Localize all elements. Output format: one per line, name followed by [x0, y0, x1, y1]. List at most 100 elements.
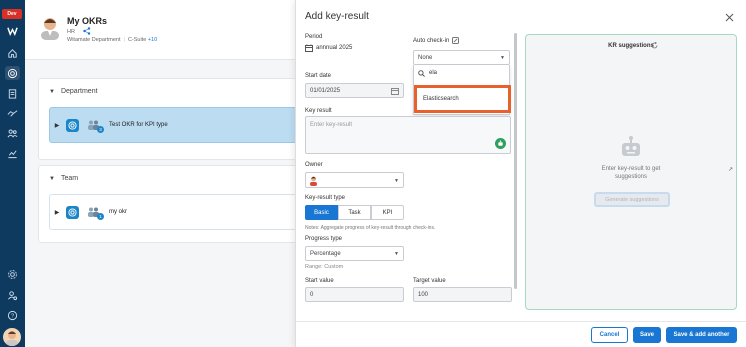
okr-count: 3 [97, 126, 104, 133]
okr-page: My OKRs HR Witamate Department | C-Suite +… [25, 0, 298, 347]
form-scrollbar[interactable] [514, 33, 517, 289]
progress-type-value: Percentage [310, 250, 341, 257]
okr-target-icon [66, 205, 79, 219]
period-label: Period [305, 34, 323, 40]
help-icon[interactable]: ? [5, 308, 20, 322]
team-icon: 1 [87, 206, 104, 220]
page-title: My OKRs [67, 16, 108, 26]
cancel-button[interactable]: Cancel [591, 327, 628, 343]
target-icon[interactable] [5, 66, 20, 80]
edit-icon[interactable] [452, 37, 460, 44]
key-result-input[interactable]: Enter key-result [305, 116, 511, 154]
handshake-icon[interactable] [5, 106, 20, 120]
start-date-label: Start date [305, 73, 332, 79]
close-icon[interactable] [725, 13, 734, 22]
ai-assist-icon[interactable] [495, 138, 506, 149]
auto-checkin-label: Auto check-in [413, 37, 460, 44]
home-icon[interactable] [5, 46, 20, 60]
caret-down-icon: ▼ [49, 175, 55, 182]
start-date-field[interactable]: 01/01/2025 [305, 83, 404, 98]
save-button[interactable]: Save [633, 327, 661, 343]
generate-suggestions-button[interactable]: Generate suggestions [594, 192, 670, 207]
start-value-input[interactable]: 0 [305, 287, 404, 302]
auto-checkin-text: Auto check-in [413, 37, 450, 44]
department-header[interactable]: ▼ Department [49, 88, 98, 95]
okr-target-icon [66, 118, 79, 132]
logo-icon[interactable] [5, 23, 20, 37]
clipboard-icon[interactable] [5, 86, 20, 100]
key-result-placeholder: Enter key-result [310, 122, 353, 128]
kr-type-kpi[interactable]: KPI [371, 205, 404, 220]
okr-name: Test OKR for KPI type [109, 122, 168, 128]
owner-label: Owner [305, 162, 323, 168]
settings-icon[interactable] [5, 267, 20, 281]
start-date-value: 01/01/2025 [310, 87, 341, 94]
okr-count: 1 [97, 213, 104, 220]
calendar-icon [305, 44, 313, 52]
auto-checkin-select[interactable]: None ▼ [413, 50, 510, 65]
dropdown-search[interactable]: ela [418, 67, 505, 79]
refresh-icon[interactable] [651, 42, 658, 49]
kr-type-segmented: Basic Task KPI [305, 205, 404, 220]
start-value: 0 [310, 291, 314, 298]
search-icon [418, 69, 425, 77]
user-avatar[interactable] [3, 328, 21, 346]
target-value-input[interactable]: 100 [413, 287, 512, 302]
owner-select[interactable]: ▼ [305, 172, 404, 188]
kr-type-task[interactable]: Task [338, 205, 371, 220]
expand-arrow-icon[interactable]: ↗ [728, 166, 733, 173]
user-settings-icon[interactable] [5, 288, 20, 302]
progress-type-label: Progress type [305, 236, 343, 242]
okr-name: my okr [109, 209, 127, 215]
start-value-label: Start value [305, 278, 334, 284]
range-text: Range: Custom [305, 264, 344, 270]
progress-type-select[interactable]: Percentage ▼ [305, 246, 404, 261]
left-nav-rail: Dev ? [0, 0, 25, 347]
more-roles-link[interactable]: +10 [148, 37, 157, 43]
role-label: C-Suite [127, 37, 147, 43]
target-value: 100 [418, 291, 429, 298]
chevron-down-icon: ▼ [394, 178, 399, 184]
calendar-icon[interactable] [391, 87, 399, 95]
dropdown-option-elasticsearch[interactable]: Elasticsearch [414, 85, 511, 113]
chart-icon[interactable] [5, 146, 20, 160]
team-icon: 3 [87, 119, 104, 133]
department-section: ▼ Department ▶ 3 Test OKR for KPI type [38, 78, 298, 160]
owner-dept: HR [67, 29, 75, 35]
okr-row[interactable]: ▶ 1 my okr [49, 194, 297, 230]
kr-type-notes: Notes: Aggregate progress of key-result … [305, 225, 436, 231]
key-result-label: Key result [305, 108, 332, 114]
department-label: Department [60, 88, 98, 95]
org-name: Witamate Department [67, 37, 121, 43]
suggestions-hint: Enter key-result to get suggestions [526, 165, 736, 181]
auto-checkin-dropdown: ela Elasticsearch [413, 65, 511, 115]
add-key-result-drawer: Add key-result Period annnual 2025 Auto … [295, 0, 746, 347]
team-section: ▼ Team ▶ 1 my okr [38, 165, 298, 243]
svg-text:?: ? [11, 313, 14, 319]
expand-icon[interactable]: ▶ [50, 122, 64, 129]
team-header[interactable]: ▼ Team [49, 175, 78, 182]
owner-avatar [310, 176, 317, 186]
period-text: annnual 2025 [316, 45, 353, 51]
owner-avatar [38, 14, 62, 40]
kr-type-basic[interactable]: Basic [305, 205, 338, 220]
kr-suggestions-panel: KR suggestions Enter key-result to get s… [525, 34, 737, 310]
okr-row[interactable]: ▶ 3 Test OKR for KPI type [49, 107, 297, 143]
page-header: My OKRs HR Witamate Department | C-Suite +… [25, 0, 295, 60]
hint-line1: Enter key-result to get [601, 166, 661, 172]
chevron-down-icon: ▼ [500, 55, 505, 61]
option-label: Elasticsearch [423, 96, 459, 102]
team-label: Team [60, 175, 79, 182]
caret-down-icon: ▼ [49, 88, 55, 95]
share-icon[interactable] [83, 27, 91, 35]
people-icon[interactable] [5, 126, 20, 140]
period-value[interactable]: annnual 2025 [305, 44, 352, 52]
chevron-down-icon: ▼ [394, 251, 399, 257]
hint-line2: suggestions [614, 174, 648, 180]
expand-icon[interactable]: ▶ [50, 209, 64, 216]
target-value-label: Target value [413, 278, 446, 284]
search-input[interactable]: ela [429, 70, 437, 76]
save-and-add-another-button[interactable]: Save & add another [666, 327, 737, 343]
env-badge: Dev [2, 9, 22, 19]
modal-title: Add key-result [305, 11, 369, 22]
